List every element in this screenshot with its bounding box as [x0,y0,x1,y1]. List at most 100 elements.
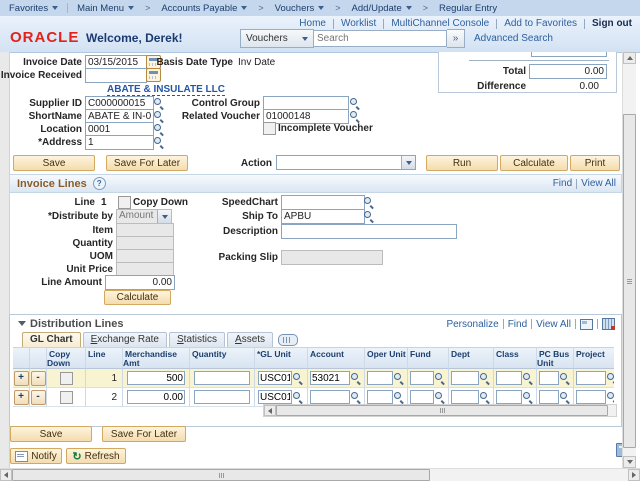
incomplete-voucher-checkbox[interactable] [263,122,276,135]
calendar-icon[interactable] [146,68,161,82]
breadcrumb-favorites[interactable]: Favorites [0,3,67,14]
lookup-icon[interactable] [350,372,362,384]
account-input[interactable] [310,390,350,404]
merchandise-amt-input[interactable] [127,390,185,404]
add-row-button[interactable]: + [14,390,29,405]
scroll-down-button[interactable] [623,456,636,468]
distribute-by-select[interactable]: Amount [116,209,172,224]
oper-unit-input[interactable] [367,371,393,385]
total-input[interactable] [529,64,607,79]
merchandise-amt-input[interactable] [127,371,185,385]
print-button[interactable]: Print [570,155,620,171]
show-all-tabs-icon[interactable] [278,334,298,346]
search-input[interactable] [314,30,447,47]
search-go-button[interactable]: » [447,29,465,48]
lookup-icon[interactable] [393,391,405,403]
speedchart-input[interactable] [281,195,365,210]
quantity-input[interactable] [194,371,250,385]
breadcrumb-main-menu[interactable]: Main Menu [68,3,143,14]
account-input[interactable] [310,371,350,385]
home-link[interactable]: Home [299,18,326,29]
tab-assets[interactable]: Assets [227,332,273,348]
class-input[interactable] [496,390,522,404]
lookup-icon[interactable] [363,210,375,222]
download-grid-icon[interactable] [602,318,615,330]
pc-bus-unit-input[interactable] [539,371,559,385]
dropdown-button[interactable] [401,156,415,169]
lookup-icon[interactable] [292,372,304,384]
calculate-button[interactable]: Calculate [500,155,568,171]
save-for-later-button[interactable]: Save For Later [106,155,188,171]
lookup-icon[interactable] [350,391,362,403]
tab-statistics[interactable]: Statistics [169,332,225,348]
notify-button[interactable]: Notify [10,448,62,464]
description-input[interactable] [281,224,457,239]
lookup-icon[interactable] [606,372,614,384]
lookup-icon[interactable] [434,372,446,384]
calculate-line-button[interactable]: Calculate [104,290,171,305]
scroll-right-button[interactable] [628,469,640,481]
project-input[interactable] [576,371,606,385]
tab-gl-chart[interactable]: GL Chart [22,332,81,348]
delete-row-button[interactable]: - [31,371,46,386]
pc-bus-unit-input[interactable] [539,390,559,404]
dept-input[interactable] [451,390,479,404]
add-row-button[interactable]: + [14,371,29,386]
popup-window-icon[interactable] [580,319,593,330]
quantity-input[interactable] [194,390,250,404]
scroll-left-button[interactable] [264,405,276,416]
breadcrumb-vouchers[interactable]: Vouchers [266,3,334,14]
lookup-icon[interactable] [153,123,165,135]
search-scope-select[interactable]: Vouchers [240,29,314,48]
collapse-icon[interactable] [18,321,26,326]
refresh-button[interactable]: ↻ Refresh [66,448,126,464]
lookup-icon[interactable] [606,391,614,403]
lookup-icon[interactable] [479,391,491,403]
fund-input[interactable] [410,390,434,404]
supplier-name-link[interactable]: ABATE & INSULATE LLC [107,84,225,96]
dept-input[interactable] [451,371,479,385]
lookup-icon[interactable] [559,372,571,384]
project-input[interactable] [576,390,606,404]
scroll-up-button[interactable] [623,52,636,64]
lookup-icon[interactable] [153,136,165,148]
distribution-view-all-link[interactable]: View All [536,319,571,330]
scrollbar-thumb[interactable] [12,469,430,481]
oper-unit-input[interactable] [367,390,393,404]
invoice-received-input[interactable] [85,68,147,83]
vertical-scrollbar[interactable] [622,52,636,468]
fund-input[interactable] [410,371,434,385]
help-icon[interactable]: ? [93,177,106,190]
copy-down-checkbox[interactable] [118,196,131,209]
worklist-link[interactable]: Worklist [341,18,376,29]
ship-to-input[interactable] [281,209,365,224]
multichannel-console-link[interactable]: MultiChannel Console [391,18,489,29]
gl-unit-input[interactable] [258,371,292,385]
save-for-later-button-bottom[interactable]: Save For Later [102,426,186,442]
lookup-icon[interactable] [559,391,571,403]
scrollbar-thumb[interactable] [276,405,608,416]
lookup-icon[interactable] [479,372,491,384]
save-button[interactable]: Save [13,155,95,171]
action-select[interactable] [276,155,416,170]
personalize-link[interactable]: Personalize [446,319,498,330]
lookup-icon[interactable] [363,196,375,208]
lookup-icon[interactable] [349,97,361,109]
add-to-favorites-link[interactable]: Add to Favorites [504,18,577,29]
address-input[interactable] [85,135,154,150]
breadcrumb-add-update[interactable]: Add/Update [343,3,421,14]
lookup-icon[interactable] [349,110,361,122]
save-button-bottom[interactable]: Save [10,426,92,442]
lookup-icon[interactable] [393,372,405,384]
breadcrumb-accounts-payable[interactable]: Accounts Payable [152,3,256,14]
invoice-lines-view-all-link[interactable]: View All [581,178,616,189]
run-button[interactable]: Run [426,155,498,171]
invoice-lines-find-link[interactable]: Find [553,178,572,189]
lookup-icon[interactable] [522,391,534,403]
lookup-icon[interactable] [292,391,304,403]
scroll-left-button[interactable] [0,469,12,481]
sign-out-link[interactable]: Sign out [592,18,632,29]
lookup-icon[interactable] [522,372,534,384]
lookup-icon[interactable] [434,391,446,403]
line-amount-input[interactable] [105,275,175,290]
